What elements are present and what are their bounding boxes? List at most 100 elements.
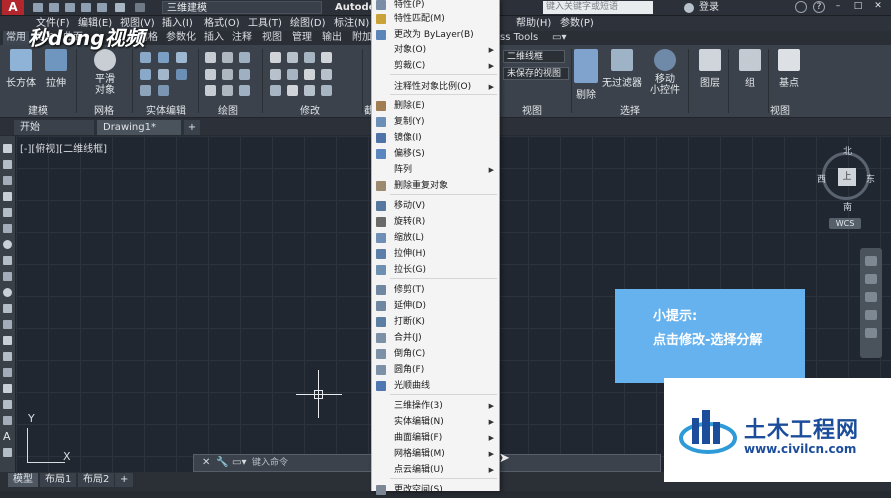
menu-item[interactable]: 移动(V) <box>372 198 499 214</box>
tab-drawing1[interactable]: Drawing1* <box>97 120 181 135</box>
tab-layout2[interactable]: 布局2 <box>78 473 115 487</box>
layers-button[interactable]: 图层 <box>692 49 728 89</box>
tab-addins[interactable]: 附加 <box>352 31 372 45</box>
copy-tool-icon[interactable] <box>321 52 332 63</box>
spline-icon[interactable] <box>3 272 12 281</box>
menu-item[interactable]: 修剪(T) <box>372 282 499 298</box>
polyline-icon[interactable] <box>205 52 216 63</box>
make-block-icon[interactable] <box>3 336 12 345</box>
spline-icon[interactable] <box>205 69 216 80</box>
base-point-button[interactable]: 基点 <box>771 49 807 89</box>
redo-icon[interactable] <box>135 3 145 12</box>
new-file-icon[interactable] <box>33 3 43 12</box>
scale-tool-icon[interactable] <box>321 69 332 80</box>
ellipse-icon[interactable] <box>3 288 12 297</box>
revcloud-icon[interactable] <box>3 256 12 265</box>
menu-item[interactable]: 打断(K) <box>372 314 499 330</box>
ellipse-arc-icon[interactable] <box>3 304 12 313</box>
extrude-button[interactable]: 拉伸 <box>38 49 74 89</box>
union-icon[interactable] <box>140 52 151 63</box>
close-icon[interactable]: ✕ <box>202 457 210 468</box>
menu-dimension[interactable]: 标注(N) <box>334 16 369 31</box>
region-icon[interactable] <box>3 400 12 409</box>
menu-item[interactable]: 合并(J) <box>372 330 499 346</box>
tab-start[interactable]: 开始 <box>14 120 94 135</box>
menu-item[interactable]: 更改为 ByLayer(B) <box>372 27 499 43</box>
menu-tools[interactable]: 工具(T) <box>248 16 282 31</box>
arc-icon[interactable] <box>239 52 250 63</box>
polygon-icon[interactable] <box>3 192 12 201</box>
menu-parametric[interactable]: 参数(P) <box>560 16 594 31</box>
menu-item[interactable]: 镜像(I) <box>372 130 499 146</box>
polyline-icon[interactable] <box>3 176 12 185</box>
panel-draw-label[interactable]: 绘图 <box>218 102 238 117</box>
gradient-icon[interactable] <box>3 384 12 393</box>
menu-item[interactable]: 剪裁(C) ▶ <box>372 58 499 74</box>
fillet-tool-icon[interactable] <box>287 69 298 80</box>
undo-icon[interactable] <box>115 3 125 12</box>
explode-tool-icon[interactable] <box>304 85 315 96</box>
menu-item[interactable]: 曲面编辑(F) ▶ <box>372 430 499 446</box>
arc-icon[interactable] <box>3 224 12 233</box>
ellipse-icon[interactable] <box>239 69 250 80</box>
text-icon[interactable]: A <box>3 431 12 442</box>
menu-item[interactable]: 拉长(G) <box>372 262 499 278</box>
hatch-icon[interactable] <box>239 85 250 96</box>
panel-solid-edit-label[interactable]: 实体编辑 <box>146 102 186 117</box>
polygon-icon[interactable] <box>222 85 233 96</box>
wcs-menu[interactable]: WCS <box>829 218 861 229</box>
tab-annotate[interactable]: 注释 <box>232 31 252 45</box>
no-filter-button[interactable]: 无过滤器 <box>600 49 644 89</box>
rectangle-icon[interactable] <box>205 85 216 96</box>
rectangle-icon[interactable] <box>3 208 12 217</box>
menu-item[interactable]: 偏移(S) <box>372 146 499 162</box>
open-icon[interactable] <box>49 3 59 12</box>
menu-item[interactable]: 对象(O) ▶ <box>372 42 499 58</box>
point-icon[interactable] <box>3 352 12 361</box>
menu-item[interactable]: 圆角(F) <box>372 362 499 378</box>
menu-help[interactable]: 帮助(H) <box>516 16 551 31</box>
menu-item[interactable]: 删除(E) <box>372 98 499 114</box>
viewcube-top-face[interactable]: 上 <box>838 168 856 186</box>
smooth-object-button[interactable]: 平滑 对象 <box>88 49 122 96</box>
circle-icon[interactable] <box>3 240 12 249</box>
menu-item[interactable]: 注释性对象比例(O) ▶ <box>372 79 499 95</box>
trim-tool-icon[interactable] <box>304 52 315 63</box>
panel-selection-label[interactable]: 选择 <box>620 102 640 117</box>
ribbon-toggle-icon[interactable]: ▭▾ <box>552 31 566 45</box>
subtract-icon[interactable] <box>158 52 169 63</box>
line-icon[interactable] <box>3 144 12 153</box>
compass-east[interactable]: 东 <box>866 172 875 185</box>
menu-item[interactable]: 网格编辑(M) ▶ <box>372 446 499 462</box>
recent-commands-icon[interactable]: ▭▾ <box>232 457 246 468</box>
add-selected-icon[interactable] <box>3 448 12 457</box>
login-button[interactable]: 登录 <box>699 0 719 15</box>
menu-item[interactable]: 阵列 ▶ <box>372 162 499 178</box>
pan-icon[interactable] <box>865 274 877 284</box>
slice-icon[interactable] <box>140 69 151 80</box>
menu-insert[interactable]: 插入(I) <box>162 16 193 31</box>
command-input[interactable]: 键入命令 <box>252 456 288 470</box>
menu-item[interactable]: 删除重复对象 <box>372 178 499 194</box>
tab-layout1[interactable]: 布局1 <box>40 473 77 487</box>
panel-view2-label[interactable]: 视图 <box>770 102 790 117</box>
mirror-tool-icon[interactable] <box>270 69 281 80</box>
imprint-icon[interactable] <box>140 85 151 96</box>
move-tool-icon[interactable] <box>270 52 281 63</box>
construction-line-icon[interactable] <box>3 160 12 169</box>
table-icon[interactable] <box>3 416 12 425</box>
tab-model[interactable]: 模型 <box>8 473 38 487</box>
box-button[interactable]: 长方体 <box>3 49 39 89</box>
culling-button[interactable]: 剔除 <box>572 49 600 101</box>
tab-manage[interactable]: 管理 <box>292 31 312 45</box>
line-icon[interactable] <box>222 69 233 80</box>
menu-draw[interactable]: 绘图(D) <box>290 16 326 31</box>
menu-item[interactable]: 光顺曲线 <box>372 378 499 394</box>
save-as-icon[interactable] <box>81 3 91 12</box>
insert-block-icon[interactable] <box>3 320 12 329</box>
help-icon[interactable]: ? <box>813 1 825 13</box>
customize-icon[interactable]: 🔧 <box>216 457 228 468</box>
separate-icon[interactable] <box>158 85 169 96</box>
exchange-icon[interactable] <box>795 1 807 13</box>
maximize-icon[interactable]: □ <box>852 1 864 13</box>
